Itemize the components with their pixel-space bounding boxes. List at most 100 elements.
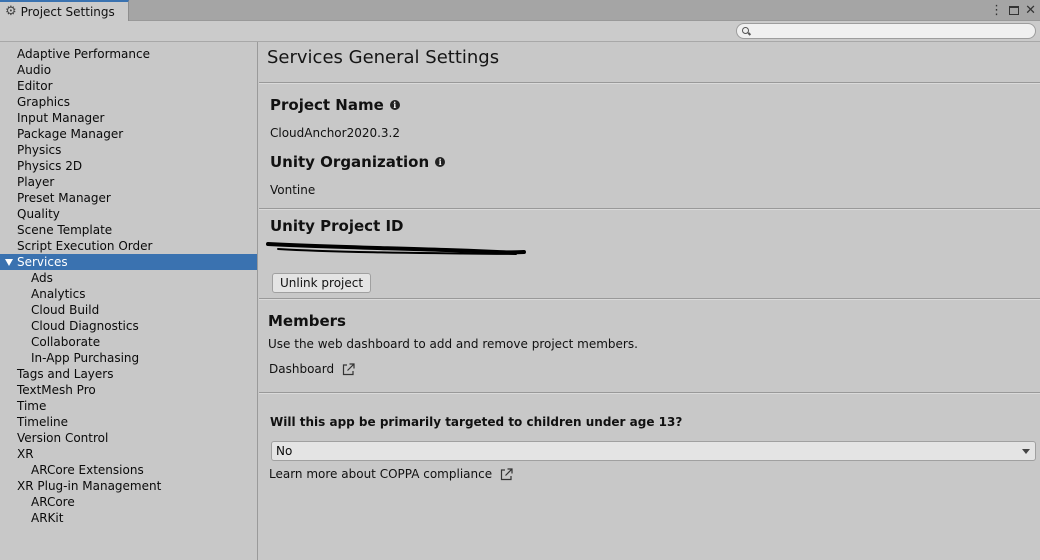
sidebar-item-label: Collaborate xyxy=(31,335,101,349)
sidebar-item-physics[interactable]: Physics xyxy=(0,142,257,158)
info-icon[interactable]: i xyxy=(389,100,400,110)
external-link-icon xyxy=(501,467,513,480)
divider xyxy=(259,392,1040,394)
unlink-project-button[interactable]: Unlink project xyxy=(272,273,372,293)
sidebar-item-physics-2d[interactable]: Physics 2D xyxy=(0,158,257,174)
sidebar-item-label: Editor xyxy=(17,79,53,93)
sidebar-item-label: Quality xyxy=(17,207,60,221)
settings-sidebar: Adaptive Performance Audio Editor Graphics I… xyxy=(0,42,258,560)
expand-caret-icon[interactable] xyxy=(5,259,13,266)
sidebar-item-label: Physics 2D xyxy=(17,159,83,173)
sidebar-item-timeline[interactable]: Timeline xyxy=(0,414,257,430)
sidebar-item-label: Player xyxy=(17,175,55,189)
sidebar-item-in-app-purchasing[interactable]: In-App Purchasing xyxy=(0,350,257,366)
sidebar-item-time[interactable]: Time xyxy=(0,398,257,414)
sidebar-item-input-manager[interactable]: Input Manager xyxy=(0,110,257,126)
sidebar-item-tags-and-layers[interactable]: Tags and Layers xyxy=(0,366,257,382)
organization-label: Unity Organization xyxy=(270,153,430,171)
sidebar-item-xr[interactable]: XR xyxy=(0,446,257,462)
sidebar-item-label: Tags and Layers xyxy=(17,367,114,381)
maximize-icon[interactable] xyxy=(1009,6,1020,15)
dashboard-link[interactable]: Dashboard xyxy=(269,362,355,376)
sidebar-item-label: Ads xyxy=(31,271,53,285)
sidebar-item-label: Audio xyxy=(17,63,52,77)
sidebar-item-label: Cloud Diagnostics xyxy=(31,319,139,333)
info-icon[interactable]: i xyxy=(435,157,446,167)
sidebar-item-audio[interactable]: Audio xyxy=(0,62,257,78)
dashboard-link-label: Dashboard xyxy=(269,362,335,376)
sidebar-item-label: Cloud Build xyxy=(31,303,100,317)
sidebar-item-ads[interactable]: Ads xyxy=(0,270,257,286)
more-options-icon[interactable]: ⋮ xyxy=(990,4,1003,17)
search-icon xyxy=(742,27,749,34)
sidebar-item-xr-plug-in-management[interactable]: XR Plug-in Management xyxy=(0,478,257,494)
sidebar-item-label: ARCore xyxy=(31,495,75,509)
coppa-question: Will this app be primarily targeted to c… xyxy=(270,415,683,429)
redaction-scribble xyxy=(266,242,526,255)
sidebar-item-analytics[interactable]: Analytics xyxy=(0,286,257,302)
page-title: Services General Settings xyxy=(267,47,500,68)
sidebar-item-cloud-diagnostics[interactable]: Cloud Diagnostics xyxy=(0,318,257,334)
sidebar-item-arcore[interactable]: ARCore xyxy=(0,494,257,510)
divider xyxy=(259,298,1040,300)
sidebar-item-label: Timeline xyxy=(17,415,69,429)
sidebar-item-version-control[interactable]: Version Control xyxy=(0,430,257,446)
sidebar-item-player[interactable]: Player xyxy=(0,174,257,190)
sidebar-item-label: Version Control xyxy=(17,431,109,445)
sidebar-item-arcore-extensions[interactable]: ARCore Extensions xyxy=(0,462,257,478)
sidebar-item-label: Package Manager xyxy=(17,127,124,141)
sidebar-item-label: Graphics xyxy=(17,95,70,109)
sidebar-item-graphics[interactable]: Graphics xyxy=(0,94,257,110)
sidebar-item-collaborate[interactable]: Collaborate xyxy=(0,334,257,350)
project-name-value: CloudAnchor2020.3.2 xyxy=(270,126,401,140)
sidebar-item-label: Time xyxy=(17,399,47,413)
sidebar-item-label: Scene Template xyxy=(17,223,113,237)
coppa-dropdown[interactable]: No xyxy=(271,441,1036,461)
sidebar-item-editor[interactable]: Editor xyxy=(0,78,257,94)
divider xyxy=(259,208,1040,210)
sidebar-item-label: ARKit xyxy=(31,511,64,525)
sidebar-item-label: Analytics xyxy=(31,287,86,301)
sidebar-item-scene-template[interactable]: Scene Template xyxy=(0,222,257,238)
sidebar-item-services[interactable]: Services xyxy=(0,254,257,270)
sidebar-item-label: TextMesh Pro xyxy=(17,383,96,397)
sidebar-item-preset-manager[interactable]: Preset Manager xyxy=(0,190,257,206)
sidebar-item-label: XR Plug-in Management xyxy=(17,479,162,493)
gear-icon: ⚙ xyxy=(5,4,17,19)
close-icon[interactable]: ✕ xyxy=(1025,4,1036,17)
project-name-heading: Project Name i xyxy=(270,96,400,114)
organization-heading: Unity Organization i xyxy=(270,153,446,171)
external-link-icon xyxy=(343,362,355,375)
window-controls: ⋮ ✕ xyxy=(990,2,1036,19)
organization-value: Vontine xyxy=(270,183,316,197)
coppa-selected-value: No xyxy=(276,444,293,458)
sidebar-item-label: Adaptive Performance xyxy=(17,47,150,61)
sidebar-item-label: In-App Purchasing xyxy=(31,351,140,365)
sidebar-item-arkit[interactable]: ARKit xyxy=(0,510,257,526)
sidebar-item-script-execution-order[interactable]: Script Execution Order xyxy=(0,238,257,254)
window-titlebar: ⚙ Project Settings ⋮ ✕ xyxy=(0,0,1040,21)
sidebar-item-label: Script Execution Order xyxy=(17,239,153,253)
search-input[interactable] xyxy=(736,23,1036,39)
coppa-link-label: Learn more about COPPA compliance xyxy=(269,467,493,481)
sidebar-item-adaptive-performance[interactable]: Adaptive Performance xyxy=(0,46,257,62)
members-label: Members xyxy=(268,312,346,330)
sidebar-item-label: Preset Manager xyxy=(17,191,111,205)
tab-project-settings[interactable]: ⚙ Project Settings xyxy=(0,0,129,21)
tab-label: Project Settings xyxy=(20,4,115,19)
divider xyxy=(259,82,1040,84)
members-heading: Members xyxy=(268,312,346,330)
sidebar-item-label: Input Manager xyxy=(17,111,105,125)
coppa-link[interactable]: Learn more about COPPA compliance xyxy=(269,467,513,481)
search-row xyxy=(0,21,1040,42)
members-description: Use the web dashboard to add and remove … xyxy=(268,337,638,351)
project-name-label: Project Name xyxy=(270,96,384,114)
sidebar-item-label: ARCore Extensions xyxy=(31,463,144,477)
sidebar-item-label: Physics xyxy=(17,143,62,157)
sidebar-item-textmesh-pro[interactable]: TextMesh Pro xyxy=(0,382,257,398)
sidebar-item-quality[interactable]: Quality xyxy=(0,206,257,222)
services-panel: Services General Settings Project Name i… xyxy=(259,42,1040,560)
sidebar-item-package-manager[interactable]: Package Manager xyxy=(0,126,257,142)
sidebar-item-cloud-build[interactable]: Cloud Build xyxy=(0,302,257,318)
sidebar-item-label: XR xyxy=(17,447,34,461)
